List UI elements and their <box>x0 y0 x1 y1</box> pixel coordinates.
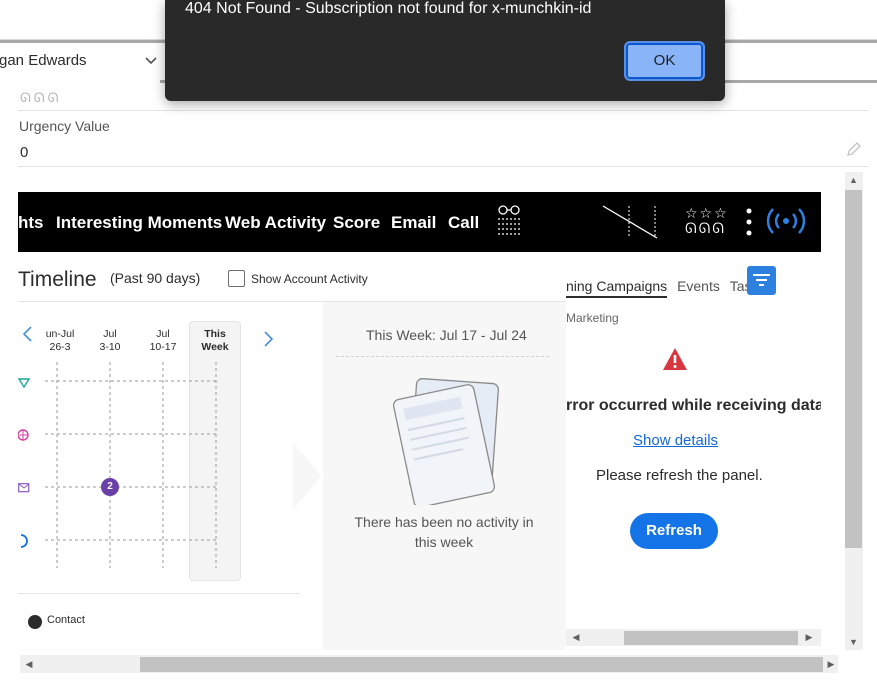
nav-tab-email[interactable]: Email <box>391 213 436 233</box>
scroll-right-icon[interactable]: ▶ <box>824 655 838 673</box>
column-label: Jul 10-17 <box>149 328 177 353</box>
divider <box>18 166 868 167</box>
more-dots-icon[interactable] <box>746 208 752 236</box>
timeline-title: Timeline <box>18 268 97 291</box>
divider <box>18 593 300 594</box>
error-message: rror occurred while receiving data <box>566 397 821 414</box>
scroll-down-icon[interactable]: ▼ <box>845 635 862 649</box>
timeline-range: (Past 90 days) <box>110 270 201 286</box>
pencil-icon[interactable] <box>846 141 862 157</box>
web-globe-icon <box>18 429 29 441</box>
scroll-up-icon[interactable]: ▲ <box>845 173 862 187</box>
nav-tab-score[interactable]: Score <box>333 213 380 233</box>
owner-select-value[interactable]: rgan Edwards <box>0 52 87 69</box>
side-panel-tabs: ning Campaigns Events Tasks <box>566 278 766 298</box>
timeline-panel: hts Interesting Moments Web Activity Sco… <box>18 192 821 650</box>
alert-ok-button[interactable]: OK <box>624 41 705 81</box>
horizontal-scrollbar-thumb[interactable] <box>140 657 823 672</box>
scroll-right-icon[interactable]: ▶ <box>802 629 816 646</box>
dashed-divider <box>336 356 549 357</box>
column-label-this-week: This Week <box>201 328 229 353</box>
filter-button[interactable] <box>747 266 776 295</box>
activity-count-badge[interactable]: 2 <box>101 478 119 496</box>
column-label: un-Jul 26-3 <box>45 328 75 353</box>
show-account-activity-label[interactable]: Show Account Activity <box>251 272 368 286</box>
nav-tab-call[interactable]: Call <box>448 213 479 233</box>
section-label: Marketing <box>566 311 619 325</box>
week-detail-title: This Week: Jul 17 - Jul 24 <box>366 327 527 343</box>
refresh-button[interactable]: Refresh <box>630 513 718 549</box>
wireless-icon[interactable] <box>766 206 806 236</box>
urgency-flames-icon: ᘏᘏᘏ <box>20 90 62 105</box>
glasses-list-icon[interactable] <box>494 204 524 236</box>
alert-message: 404 Not Found - Subscription not found f… <box>185 0 592 17</box>
tab-events[interactable]: Events <box>677 278 720 294</box>
urgency-label: Urgency Value <box>19 118 110 134</box>
chevron-down-icon[interactable] <box>143 55 159 67</box>
chevron-right-icon[interactable] <box>260 327 278 351</box>
timeline-grid <box>45 362 217 568</box>
alert-dialog: 404 Not Found - Subscription not found f… <box>165 0 725 101</box>
nav-tab-insights[interactable]: hts <box>18 213 44 233</box>
scroll-left-icon[interactable]: ◀ <box>569 629 583 646</box>
show-details-link[interactable]: Show details <box>633 432 718 449</box>
week-panel-pointer <box>293 302 323 650</box>
stars-icon: ☆☆☆ <box>685 205 729 221</box>
nav-tab-web-activity[interactable]: Web Activity <box>225 213 326 233</box>
score-stars-flames: ☆☆☆ ᘏᘏᘏ <box>685 206 729 236</box>
column-label: Jul 3-10 <box>99 328 121 353</box>
filter-icon <box>753 274 770 286</box>
email-icon <box>18 483 30 493</box>
scroll-left-icon[interactable]: ◀ <box>22 655 36 673</box>
call-icon <box>20 534 28 548</box>
divider <box>18 110 868 111</box>
urgency-value[interactable]: 0 <box>20 144 28 161</box>
diamond-icon <box>18 378 30 388</box>
vertical-scrollbar-thumb[interactable] <box>845 190 862 548</box>
document-stack-icon <box>392 378 499 505</box>
refresh-message: Please refresh the panel. <box>596 467 763 484</box>
no-activity-message: There has been no activity in this week <box>354 514 534 550</box>
decorative-slash-icon <box>602 205 658 239</box>
warning-icon <box>663 348 687 370</box>
contact-legend-icon <box>28 615 42 629</box>
chevron-left-icon[interactable] <box>18 322 36 346</box>
tab-campaigns[interactable]: ning Campaigns <box>566 278 668 298</box>
side-panel-scrollbar-thumb[interactable] <box>624 631 798 645</box>
panel-navbar: hts Interesting Moments Web Activity Sco… <box>18 192 821 252</box>
show-account-activity-checkbox[interactable] <box>228 270 245 287</box>
flames-icon: ᘏᘏᘏ <box>685 220 726 236</box>
contact-legend-label: Contact <box>47 614 85 626</box>
nav-tab-interesting-moments[interactable]: Interesting Moments <box>56 213 222 233</box>
